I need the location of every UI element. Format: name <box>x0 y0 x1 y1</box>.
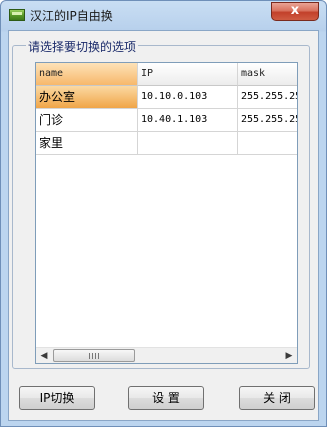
window-title: 汉江的IP自由换 <box>30 9 113 23</box>
cell-name[interactable]: 门诊 <box>36 109 138 132</box>
table-row[interactable]: 家里 <box>36 132 297 155</box>
horizontal-scrollbar[interactable]: ◀ ▶ <box>36 347 297 363</box>
ip-profile-table: name IP mask 办公室 10.10.0.103 255.255.25 … <box>35 62 298 364</box>
column-header-name[interactable]: name <box>36 63 138 86</box>
cell-name[interactable]: 办公室 <box>36 86 138 109</box>
table-row[interactable]: 办公室 10.10.0.103 255.255.25 <box>36 86 297 109</box>
scroll-right-icon[interactable]: ▶ <box>281 348 297 363</box>
cell-ip[interactable]: 10.10.0.103 <box>138 86 238 109</box>
cell-ip[interactable]: 10.40.1.103 <box>138 109 238 132</box>
app-icon <box>9 9 25 21</box>
column-header-ip[interactable]: IP <box>138 63 238 86</box>
close-button[interactable]: 关 闭 <box>239 386 315 410</box>
table-header: name IP mask <box>36 63 297 86</box>
column-header-mask[interactable]: mask <box>238 63 297 86</box>
title-bar[interactable]: 汉江的IP自由换 x <box>1 1 326 30</box>
ip-switch-button[interactable]: IP切换 <box>19 386 95 410</box>
grip-icon <box>89 353 99 359</box>
table-row[interactable]: 门诊 10.40.1.103 255.255.25 <box>36 109 297 132</box>
cell-name[interactable]: 家里 <box>36 132 138 155</box>
cell-ip[interactable] <box>138 132 238 155</box>
scrollbar-thumb[interactable] <box>53 349 135 362</box>
cell-mask[interactable]: 255.255.25 <box>238 109 297 132</box>
cell-mask[interactable] <box>238 132 297 155</box>
options-group-label: 请选择要切换的选项 <box>26 38 139 55</box>
scroll-left-icon[interactable]: ◀ <box>36 348 52 363</box>
settings-button[interactable]: 设 置 <box>128 386 204 410</box>
window-close-button[interactable]: x <box>271 2 319 21</box>
cell-mask[interactable]: 255.255.25 <box>238 86 297 109</box>
